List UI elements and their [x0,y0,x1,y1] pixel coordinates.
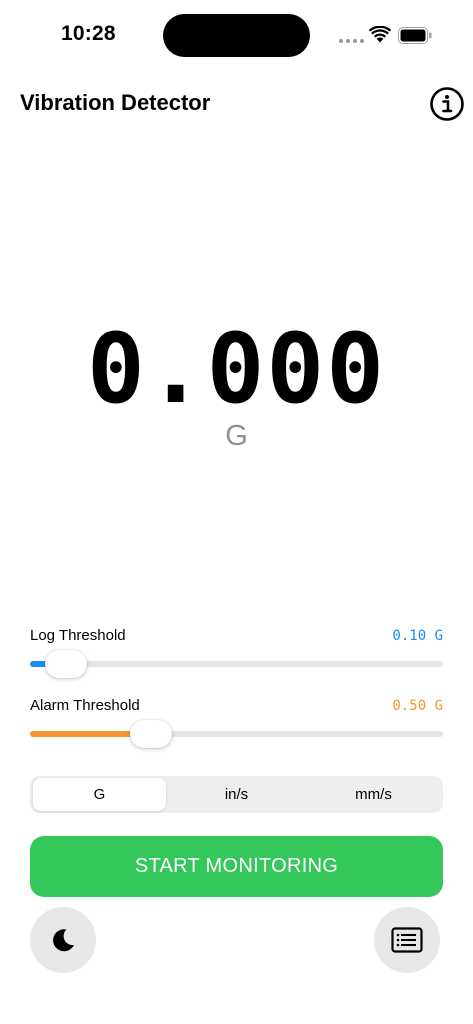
unit-option-in-s[interactable]: in/s [170,778,303,811]
log-threshold-label: Log Threshold [30,627,126,644]
moon-icon [53,929,74,952]
page-title: Vibration Detector [20,90,211,115]
info-icon[interactable] [429,86,465,122]
log-list-button[interactable] [374,907,440,973]
log-threshold-value: 0.10 G [392,628,443,644]
dark-mode-button[interactable] [30,907,96,973]
alarm-threshold-value: 0.50 G [392,698,443,714]
log-threshold-thumb[interactable] [44,650,87,678]
log-list-icon [391,927,423,953]
start-monitoring-button[interactable]: START MONITORING [30,836,443,897]
battery-icon [398,27,432,44]
cellular-dots-icon [339,39,364,43]
reading-value: 0.000 [87,313,386,425]
unit-option-mm-s[interactable]: mm/s [307,778,440,811]
alarm-threshold-label: Alarm Threshold [30,697,140,714]
unit-segmented-control: G in/s mm/s [30,776,443,813]
unit-option-g[interactable]: G [33,778,166,811]
wifi-icon [369,26,391,43]
alarm-threshold-thumb[interactable] [130,720,173,748]
dynamic-island [163,14,310,57]
log-threshold-slider[interactable] [30,650,443,678]
reading-unit: G [225,420,248,452]
alarm-threshold-slider[interactable] [30,720,443,748]
status-time: 10:28 [61,22,116,45]
